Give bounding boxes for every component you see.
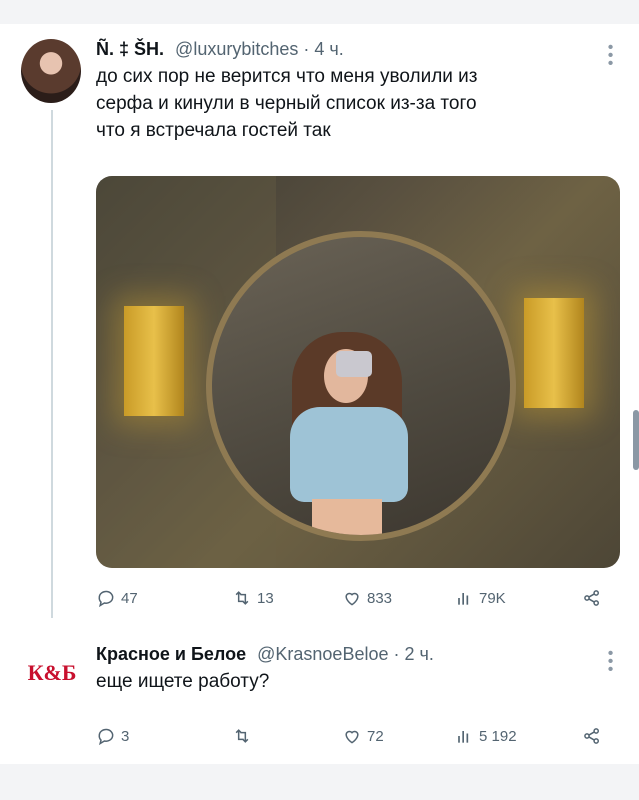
figure-waist — [312, 499, 382, 535]
display-name[interactable]: Ñ. ‡ ŠH. — [96, 39, 164, 59]
reply-count: 3 — [121, 727, 130, 745]
reply-actions: 3 72 5 192 — [96, 726, 616, 750]
separator: · — [303, 39, 310, 59]
reply-icon — [98, 590, 114, 608]
share-button[interactable] — [582, 726, 602, 746]
round-mirror — [206, 231, 516, 541]
reply-handle[interactable]: @KrasnoeBeloe — [257, 644, 388, 664]
tweet-text-line: до сих пор не верится что меня уволили и… — [96, 66, 478, 87]
share-icon — [584, 728, 599, 744]
wall-sconce-right — [524, 298, 584, 408]
tweet-text-line: что я встречала гостей так — [96, 120, 331, 141]
share-icon — [584, 590, 599, 606]
retweet-button[interactable]: 13 — [232, 588, 274, 608]
reply-icon — [98, 728, 114, 746]
reply-text: еще ищете работу? — [96, 671, 270, 692]
brand-logo[interactable]: К&Б — [24, 658, 80, 688]
timestamp[interactable]: 4 ч. — [314, 39, 343, 59]
reply-button[interactable]: 47 — [96, 588, 138, 608]
phone — [336, 351, 372, 377]
views-bars-icon — [458, 593, 469, 605]
reply-button[interactable]: 3 — [96, 726, 129, 746]
share-button[interactable] — [582, 588, 602, 608]
avatar[interactable] — [21, 39, 81, 103]
tweet-header: Ñ. ‡ ŠH. @luxurybitches · 4 ч. — [96, 37, 616, 61]
reply-header: Красное и Белое @KrasnoeBeloe · 2 ч. — [96, 642, 616, 666]
retweet-icon — [235, 729, 249, 743]
reply-timestamp[interactable]: 2 ч. — [405, 644, 434, 664]
tweet-content: Ñ. ‡ ŠH. @luxurybitches · 4 ч. до сих по… — [96, 37, 616, 144]
scrollbar-thumb[interactable] — [633, 410, 639, 470]
views-bars-icon — [458, 731, 469, 743]
like-count: 72 — [367, 727, 384, 745]
heart-icon — [345, 592, 359, 606]
like-button[interactable]: 72 — [342, 726, 384, 746]
tweet-text-line: серфа и кинули в черный список из-за тог… — [96, 93, 477, 114]
views-count: 5 192 — [479, 727, 517, 745]
views-count: 79K — [479, 589, 506, 607]
more-options-icon[interactable]: • • • — [607, 40, 614, 72]
thread-connector-line — [51, 110, 53, 618]
reply-content: Красное и Белое @KrasnoeBeloe · 2 ч. еще… — [96, 642, 616, 695]
handle[interactable]: @luxurybitches — [175, 39, 298, 59]
wall-sconce-left — [124, 306, 184, 416]
like-count: 833 — [367, 589, 393, 607]
reply-display-name[interactable]: Красное и Белое — [96, 644, 246, 664]
retweet-count: 13 — [257, 589, 274, 607]
more-options-icon[interactable]: • • • — [607, 646, 614, 678]
retweet-icon — [235, 591, 249, 605]
separator: · — [393, 644, 400, 664]
views-button[interactable]: 79K — [454, 588, 506, 608]
retweet-button[interactable] — [232, 726, 257, 746]
figure-top — [290, 407, 408, 502]
tweet-photo[interactable] — [96, 176, 620, 568]
heart-icon — [345, 730, 359, 744]
tweet-actions: 47 13 833 79K — [96, 588, 616, 612]
like-button[interactable]: 833 — [342, 588, 392, 608]
reply-count: 47 — [121, 589, 138, 607]
views-button[interactable]: 5 192 — [454, 726, 517, 746]
tweet-text: до сих пор не верится что меня уволили и… — [96, 63, 616, 144]
